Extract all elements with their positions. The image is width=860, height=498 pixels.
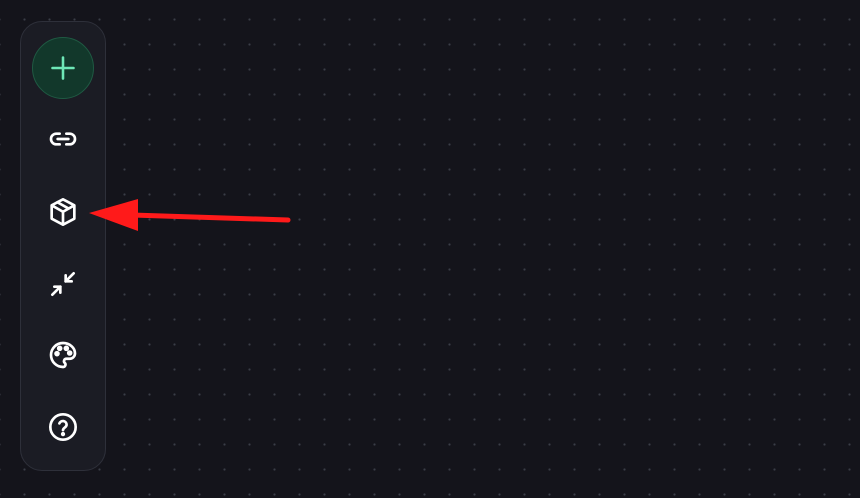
help-button[interactable]	[41, 405, 85, 449]
palette-icon	[47, 339, 79, 371]
link-icon	[47, 123, 79, 155]
link-button[interactable]	[41, 117, 85, 161]
cube-icon	[47, 196, 79, 228]
collapse-arrows-icon	[47, 268, 79, 300]
package-button[interactable]	[41, 190, 85, 234]
collapse-button[interactable]	[41, 262, 85, 306]
plus-icon	[49, 54, 77, 82]
add-button[interactable]	[32, 37, 94, 99]
question-circle-icon	[47, 411, 79, 443]
side-toolbar	[20, 21, 106, 471]
annotation-arrow	[89, 199, 291, 231]
theme-button[interactable]	[41, 333, 85, 377]
canvas[interactable]	[0, 0, 860, 498]
